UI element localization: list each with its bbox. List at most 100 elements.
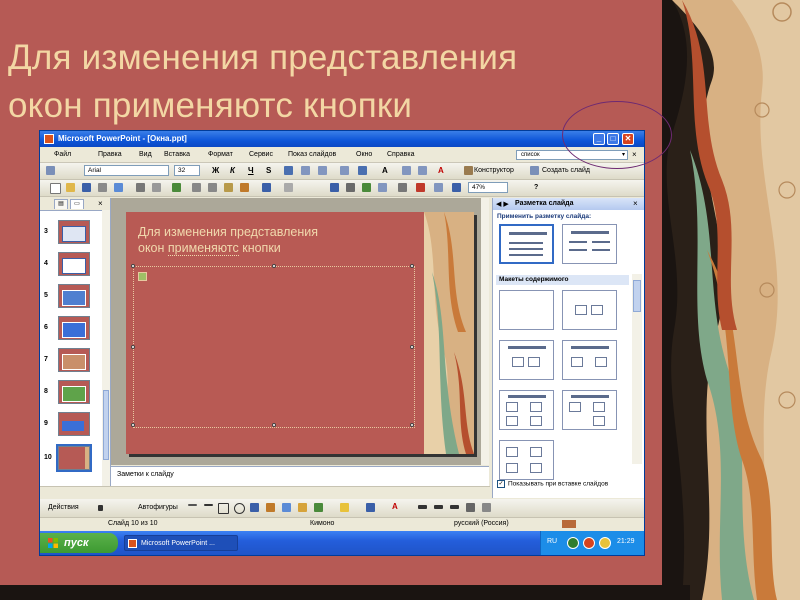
line-icon[interactable]	[188, 504, 197, 506]
copy-icon[interactable]	[208, 183, 217, 192]
resize-handle[interactable]	[272, 423, 276, 427]
insert-chart-icon[interactable]	[330, 183, 339, 192]
resize-handle[interactable]	[131, 345, 135, 349]
insert-picture-icon[interactable]	[362, 183, 371, 192]
slide-thumbnail-selected[interactable]: 10	[40, 444, 102, 474]
resize-handle[interactable]	[410, 264, 414, 268]
dash-style-icon[interactable]	[434, 505, 443, 509]
slide-thumbnail[interactable]: 3	[40, 220, 102, 248]
new-slide-button[interactable]: Создать слайд	[542, 167, 590, 174]
slide-thumbnail[interactable]: 7	[40, 348, 102, 376]
menu-help[interactable]: Справка	[387, 151, 414, 158]
slide-thumbnail[interactable]: 8	[40, 380, 102, 408]
menu-view[interactable]: Вид	[139, 151, 152, 158]
show-on-insert-checkbox[interactable]: ✓ Показывать при вставке слайдов	[497, 480, 608, 488]
arrow-icon[interactable]	[204, 504, 213, 506]
italic-button[interactable]: К	[230, 166, 235, 175]
3d-style-icon[interactable]	[482, 503, 491, 512]
slide-thumbnail[interactable]: 4	[40, 252, 102, 280]
close-pane-icon[interactable]: ×	[98, 199, 103, 208]
textbox-icon[interactable]	[250, 503, 259, 512]
color-grayscale-icon[interactable]	[452, 183, 461, 192]
network-icon[interactable]	[567, 537, 579, 549]
menu-tools[interactable]: Сервис	[249, 151, 273, 158]
layout-title-three-content[interactable]	[562, 390, 617, 430]
task-pane-nav-icon[interactable]: ◀ ▶	[496, 200, 509, 208]
redo-icon[interactable]	[284, 183, 293, 192]
task-pane-title[interactable]: Разметка слайда	[515, 200, 573, 207]
print-icon[interactable]	[136, 183, 145, 192]
underline-button[interactable]: Ч	[248, 166, 254, 175]
tab-slides[interactable]: ▭	[70, 199, 84, 209]
scrollbar-thumb[interactable]	[633, 280, 641, 312]
content-placeholder[interactable]	[131, 264, 415, 428]
arrow-style-icon[interactable]	[450, 505, 459, 509]
resize-handle[interactable]	[410, 345, 414, 349]
layout-title-four-content[interactable]	[499, 390, 554, 430]
notes-pane[interactable]: Заметки к слайду	[111, 466, 489, 487]
slide-thumbnail[interactable]: 9	[40, 412, 102, 440]
slide-thumbnail[interactable]: 5	[40, 284, 102, 312]
autoshapes-button[interactable]: Автофигуры	[138, 504, 178, 511]
bulleted-list-icon[interactable]	[358, 166, 367, 175]
layout-content[interactable]	[562, 290, 617, 330]
menu-insert[interactable]: Вставка	[164, 151, 190, 158]
align-center-icon[interactable]	[301, 166, 310, 175]
bold-button[interactable]: Ж	[212, 166, 219, 175]
layout-title-and-text[interactable]	[499, 224, 554, 264]
shadow-style-icon[interactable]	[466, 503, 475, 512]
resize-handle[interactable]	[410, 423, 414, 427]
spelling-status-icon[interactable]	[562, 520, 576, 528]
font-size-field[interactable]: 32	[174, 165, 200, 176]
fill-color-icon[interactable]	[340, 503, 349, 512]
volume-icon[interactable]	[599, 537, 611, 549]
menu-window[interactable]: Окно	[356, 151, 372, 158]
tab-outline[interactable]: ▤	[54, 199, 68, 209]
font-color-icon[interactable]: A	[392, 502, 398, 511]
show-formatting-icon[interactable]	[416, 183, 425, 192]
task-pane-scrollbar[interactable]	[632, 274, 642, 464]
undo-icon[interactable]	[262, 183, 271, 192]
insert-diagram-icon[interactable]	[378, 183, 387, 192]
picture-icon[interactable]	[314, 503, 323, 512]
diagram-icon[interactable]	[282, 503, 291, 512]
antivirus-icon[interactable]	[583, 537, 595, 549]
designer-button[interactable]: Конструктор	[474, 167, 514, 174]
font-name-field[interactable]: Arial	[84, 165, 169, 176]
numbered-list-icon[interactable]	[340, 166, 349, 175]
print-preview-icon[interactable]	[152, 183, 161, 192]
menu-file[interactable]: Файл	[54, 151, 71, 158]
grid-icon[interactable]	[434, 183, 443, 192]
decrease-indent-icon[interactable]	[402, 166, 411, 175]
layout-options-icon[interactable]	[138, 272, 147, 281]
increase-indent-icon[interactable]	[418, 166, 427, 175]
layout-title-two-content[interactable]	[562, 340, 617, 380]
layout-two-columns[interactable]	[562, 224, 617, 264]
zoom-field[interactable]: 47%	[468, 182, 508, 193]
paste-icon[interactable]	[224, 183, 233, 192]
menu-edit[interactable]: Правка	[98, 151, 122, 158]
open-icon[interactable]	[66, 183, 75, 192]
slide-canvas[interactable]: Для изменения представления окон применя…	[126, 212, 474, 454]
layout-title-content[interactable]	[499, 340, 554, 380]
actions-button[interactable]: Действия	[48, 504, 79, 511]
line-style-icon[interactable]	[418, 505, 427, 509]
horizontal-scrollbar[interactable]	[40, 486, 490, 499]
font-color-icon[interactable]: A	[438, 166, 444, 175]
rectangle-icon[interactable]	[218, 503, 229, 514]
permission-icon[interactable]	[98, 183, 107, 192]
increase-font-icon[interactable]: A	[382, 166, 388, 175]
email-icon[interactable]	[114, 183, 123, 192]
help-button[interactable]: ?	[534, 184, 538, 191]
line-color-icon[interactable]	[366, 503, 375, 512]
align-left-icon[interactable]	[284, 166, 293, 175]
clipart-icon[interactable]	[298, 503, 307, 512]
resize-handle[interactable]	[131, 423, 135, 427]
shadow-button[interactable]: S	[266, 166, 271, 175]
editor-vertical-scrollbar[interactable]	[481, 198, 489, 465]
save-icon[interactable]	[82, 183, 91, 192]
window-titlebar[interactable]: Microsoft PowerPoint - [Окна.ppt] _ □ ✕	[40, 131, 644, 147]
format-painter-icon[interactable]	[240, 183, 249, 192]
menu-format[interactable]: Формат	[208, 151, 233, 158]
close-icon[interactable]: ×	[633, 199, 638, 208]
